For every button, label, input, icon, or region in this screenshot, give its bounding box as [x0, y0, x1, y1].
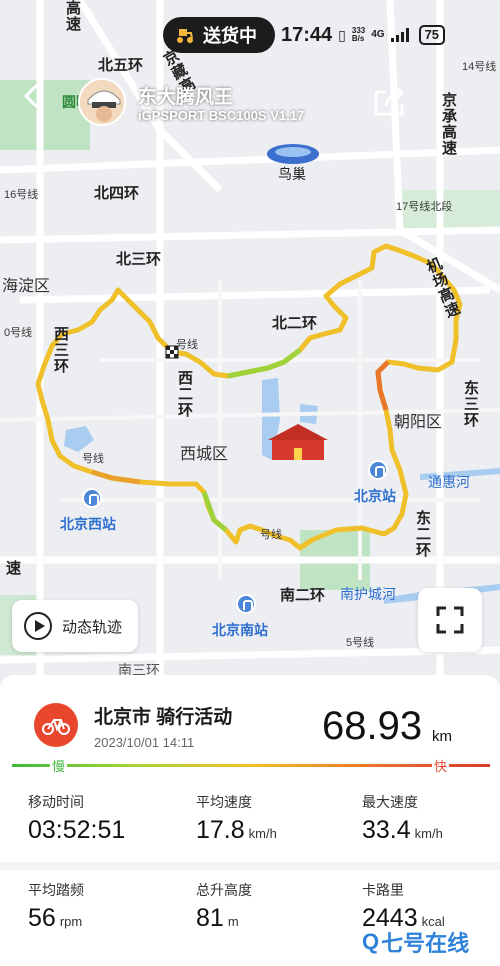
share-icon[interactable] [372, 86, 406, 118]
label-xierhuan: 西二环 [176, 370, 193, 418]
username: 东大腾风王 [138, 87, 234, 108]
delivery-status-pill[interactable]: 送货中 [163, 17, 275, 53]
station-icon [82, 488, 102, 508]
vibrate-icon: ▯ [338, 26, 346, 43]
stat-value: 03:52:51 [28, 816, 126, 844]
status-bar: 送货中 17:44 ▯ 333 B/s 4G 75 [163, 15, 475, 55]
label-line5: 5号线 [346, 637, 375, 649]
dynamic-track-label: 动态轨迹 [62, 618, 123, 636]
stat-label: 平均踏频 [28, 882, 84, 898]
label-jingcheng: 京承高速 [440, 92, 457, 156]
divider [0, 862, 500, 870]
label-dongerhuan: 东二环 [414, 510, 431, 558]
stat-value: 33.4 [362, 816, 411, 844]
stat-label: 最大速度 [362, 794, 418, 810]
site-watermark: Q 七号在线 [362, 926, 469, 958]
label-line-b: 号线 [82, 453, 104, 465]
stat-value: 17.8 [196, 816, 245, 844]
stat-unit: m [227, 914, 239, 929]
stat-cadence: 平均踏频 56 rpm [28, 880, 84, 933]
activity-datetime: 2023/10/01 14:11 [94, 735, 195, 750]
label-xicheng: 西城区 [180, 446, 229, 463]
clock: 17:44 [281, 23, 333, 46]
device-name: iGPSPORT BSC100S V1.17 [138, 108, 305, 123]
network-type: 4G [371, 29, 385, 40]
status-right: 17:44 ▯ 333 B/s 4G 75 [281, 19, 446, 51]
label-line14: 14号线 [462, 61, 497, 73]
stat-max-speed: 最大速度 33.4 km/h [362, 792, 443, 845]
fullscreen-icon [436, 606, 464, 634]
label-beijing-station: 北京站 [354, 488, 396, 504]
speed-fast-label: 快 [432, 756, 450, 775]
bike-icon [34, 703, 78, 747]
back-icon[interactable] [18, 82, 46, 110]
label-nanerhuan: 南二环 [280, 587, 326, 604]
label-line10: 0号线 [4, 327, 33, 339]
avatar[interactable] [78, 78, 126, 126]
dynamic-track-button[interactable]: 动态轨迹 [12, 600, 138, 652]
total-distance: 68.93 [322, 704, 423, 748]
watermark-text: 七号在线 [381, 931, 470, 956]
route-map[interactable]: 高速 圆明 北五环 北四环 北三环 北二环 西二环 西三环 东二环 东三环 南二… [0, 0, 500, 700]
speed-legend-bar [12, 764, 490, 767]
stat-value: 56 [28, 904, 56, 932]
stat-value: 81 [196, 904, 224, 932]
distance-unit: km [432, 728, 452, 745]
label-beisihuan: 北四环 [94, 185, 140, 202]
label-su-left: 速 [4, 560, 21, 576]
play-icon [24, 612, 52, 640]
stat-label: 移动时间 [28, 794, 84, 810]
stat-moving-time: 移动时间 03:52:51 [28, 792, 129, 845]
label-chaoyang: 朝阳区 [394, 414, 443, 431]
activity-title: 北京市 骑行活动 [94, 707, 233, 728]
net-speed: 333 B/s [351, 26, 366, 43]
delivery-label: 送货中 [203, 26, 257, 46]
label-tonghuihe: 通惠河 [428, 474, 470, 490]
stat-elevation-gain: 总升高度 81 m [196, 880, 252, 933]
label-gaosu: 高速 [64, 0, 81, 32]
stat-unit: rpm [59, 914, 83, 929]
label-beijing-south: 北京南站 [212, 622, 268, 638]
stat-unit: km/h [414, 826, 443, 841]
label-beierhuan: 北二环 [272, 315, 318, 332]
stat-label: 平均速度 [196, 794, 252, 810]
fullscreen-button[interactable] [418, 588, 482, 652]
label-xisanhuan: 西三环 [52, 326, 69, 374]
label-haidian: 海淀区 [2, 278, 51, 295]
signal-icon [390, 28, 409, 42]
stat-avg-speed: 平均速度 17.8 km/h [196, 792, 277, 845]
label-line17: 17号线北段 [396, 201, 453, 213]
watermark-logo: Q [362, 929, 380, 954]
station-icon [368, 460, 388, 480]
label-beijing-west: 北京西站 [60, 516, 116, 532]
label-line16: 16号线 [4, 189, 39, 201]
label-beisanhuan: 北三环 [116, 251, 162, 268]
stat-label: 卡路里 [362, 882, 404, 898]
label-line-c: 号线 [260, 529, 282, 541]
label-dongsanhuan: 东三环 [462, 380, 479, 428]
label-nanhuchenghe: 南护城河 [340, 586, 396, 602]
battery-indicator: 75 [418, 25, 446, 45]
speed-slow-label: 慢 [50, 756, 68, 775]
station-icon [236, 594, 256, 614]
label-line-a: 号线 [176, 339, 198, 351]
stat-unit: km/h [248, 826, 277, 841]
scooter-icon [177, 29, 193, 43]
stat-label: 总升高度 [196, 882, 252, 898]
label-niaochao: 鸟巢 [278, 166, 306, 182]
label-beiwuhuan: 北五环 [98, 57, 144, 74]
